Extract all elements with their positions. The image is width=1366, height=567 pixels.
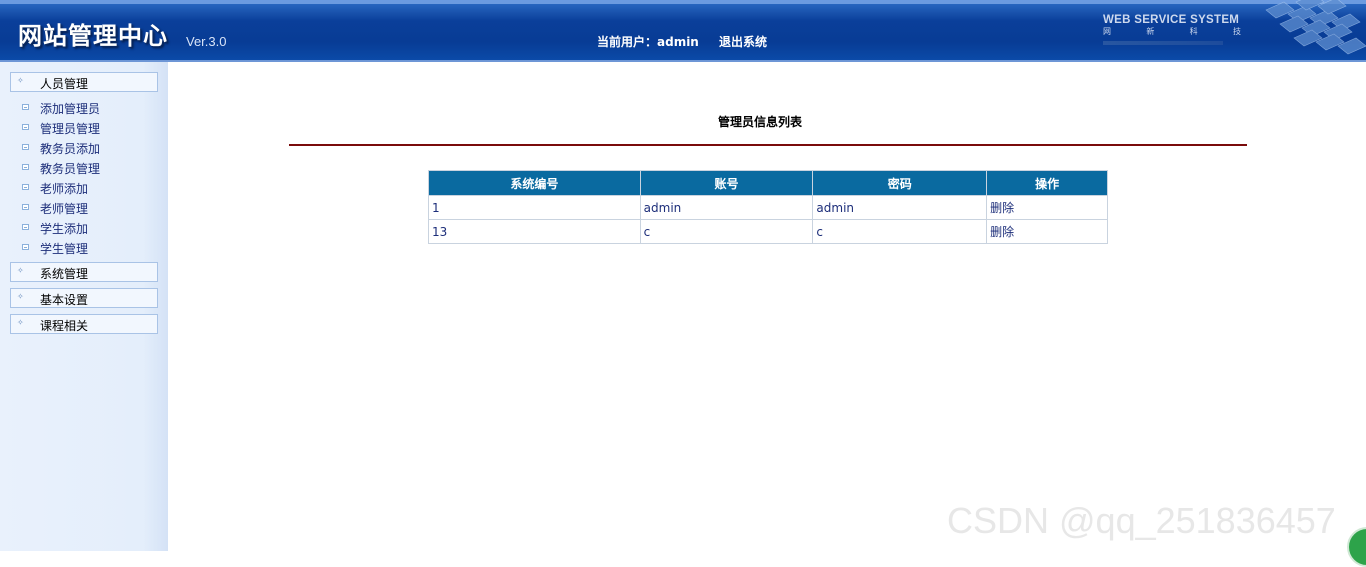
cell-password: admin bbox=[812, 195, 988, 220]
cell-id: 13 bbox=[428, 219, 641, 244]
item-box-icon bbox=[22, 224, 29, 230]
brand-sub-char: 网 bbox=[1103, 27, 1111, 36]
delete-link[interactable]: 删除 bbox=[986, 219, 1108, 244]
menu-group-label: 课程相关 bbox=[40, 319, 89, 333]
sidebar-item-label: 教务员添加 bbox=[40, 142, 101, 156]
menu-group-label: 基本设置 bbox=[40, 293, 89, 307]
menu-group-label: 系统管理 bbox=[40, 267, 89, 281]
column-header: 操作 bbox=[986, 170, 1108, 196]
table-row: 1 admin admin 删除 bbox=[428, 195, 1108, 220]
menu-group-personnel[interactable]: ✧ 人员管理 bbox=[10, 72, 158, 92]
item-box-icon bbox=[22, 164, 29, 170]
brand-sub-char: 科 bbox=[1189, 27, 1198, 36]
cell-account: admin bbox=[639, 195, 814, 220]
user-info: 当前用户：admin 退出系统 bbox=[597, 33, 777, 50]
menu-group-settings[interactable]: ✧ 基本设置 bbox=[10, 288, 158, 308]
table-header-row: 系统编号 账号 密码 操作 bbox=[428, 170, 1108, 196]
sidebar-item-label: 老师管理 bbox=[40, 202, 89, 216]
top-header: 网站管理中心 Ver.3.0 当前用户：admin 退出系统 WEB SERVI… bbox=[0, 0, 1366, 62]
version-label: Ver.3.0 bbox=[186, 34, 227, 49]
sidebar-item-label: 学生添加 bbox=[40, 222, 89, 236]
item-box-icon bbox=[22, 124, 29, 130]
sidebar-item-label: 教务员管理 bbox=[40, 162, 101, 176]
item-box-icon bbox=[22, 184, 29, 190]
menu-group-label: 人员管理 bbox=[40, 77, 89, 91]
menu-group-system[interactable]: ✧ 系统管理 bbox=[10, 262, 158, 282]
cell-id: 1 bbox=[428, 195, 641, 220]
bullet-icon: ✧ bbox=[17, 292, 24, 301]
header-top-line bbox=[0, 0, 1366, 4]
brand-sub-char: 技 bbox=[1232, 27, 1241, 36]
keyboard-decoration bbox=[1265, 0, 1366, 55]
bullet-icon: ✧ bbox=[17, 76, 24, 85]
column-header: 密码 bbox=[812, 170, 988, 196]
brand-title: WEB SERVICE SYSTEM bbox=[1103, 14, 1240, 26]
sidebar-item-label: 添加管理员 bbox=[40, 102, 101, 116]
bullet-icon: ✧ bbox=[17, 318, 24, 327]
brand-logo: WEB SERVICE SYSTEM 网 新 科 技 bbox=[1103, 14, 1241, 45]
brand-bar bbox=[1103, 41, 1223, 45]
sidebar-item-label: 管理员管理 bbox=[40, 122, 101, 136]
item-box-icon bbox=[22, 144, 29, 150]
column-header: 系统编号 bbox=[428, 170, 641, 196]
cell-password: c bbox=[812, 219, 988, 244]
sidebar: ✧ 人员管理 添加管理员 管理员管理 教务员添加 教务员管理 老师添加 老师管理… bbox=[0, 62, 168, 551]
item-box-icon bbox=[22, 244, 29, 250]
cell-account: c bbox=[639, 219, 814, 244]
brand-subtitle: 网 新 科 技 bbox=[1103, 26, 1241, 37]
current-user-label: 当前用户：admin bbox=[597, 35, 699, 49]
delete-link[interactable]: 删除 bbox=[986, 195, 1108, 220]
sidebar-item-label: 学生管理 bbox=[40, 242, 89, 256]
item-box-icon bbox=[22, 204, 29, 210]
sidebar-item-label: 老师添加 bbox=[40, 182, 89, 196]
table-row: 13 c c 删除 bbox=[428, 219, 1108, 244]
column-header: 账号 bbox=[639, 170, 814, 196]
title-divider bbox=[289, 144, 1247, 146]
brand-sub-char: 新 bbox=[1146, 27, 1155, 36]
bullet-icon: ✧ bbox=[17, 266, 24, 275]
site-title: 网站管理中心 bbox=[18, 22, 168, 50]
page-title: 管理员信息列表 bbox=[718, 115, 803, 129]
watermark: CSDN @qq_251836457 bbox=[947, 500, 1336, 541]
logout-link[interactable]: 退出系统 bbox=[719, 35, 767, 49]
floating-badge-icon[interactable] bbox=[1347, 527, 1366, 567]
admin-table: 系统编号 账号 密码 操作 1 admin admin 删除 13 c c 删除 bbox=[428, 170, 1108, 244]
item-box-icon bbox=[22, 104, 29, 110]
menu-group-courses[interactable]: ✧ 课程相关 bbox=[10, 314, 158, 334]
